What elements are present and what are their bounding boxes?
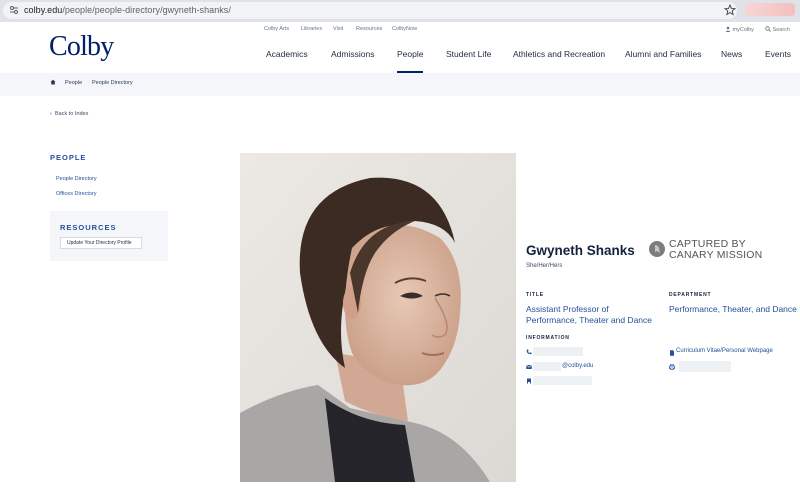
department-value: Performance, Theater, and Dance bbox=[669, 304, 797, 314]
browser-toolbar: colby.edu/people/people-directory/gwynet… bbox=[0, 0, 800, 22]
breadcrumb-people[interactable]: People bbox=[65, 80, 82, 86]
canary-mission-watermark: CAPTURED BY CANARY MISSION bbox=[669, 239, 762, 261]
util-link-colbynow[interactable]: ColbyNow bbox=[392, 26, 417, 32]
search-icon bbox=[765, 26, 771, 32]
mycolby-label: myColby bbox=[732, 27, 754, 33]
home-icon[interactable] bbox=[50, 79, 56, 85]
mail-icon bbox=[526, 364, 532, 369]
profile-pronouns: She/Her/Hers bbox=[526, 263, 563, 269]
sidebar-link-people-directory[interactable]: People Directory bbox=[56, 176, 97, 182]
profile-name: Gwyneth Shanks bbox=[526, 243, 635, 258]
information-label: INFORMATION bbox=[526, 335, 570, 341]
document-icon bbox=[670, 350, 674, 356]
site-settings-icon[interactable] bbox=[8, 4, 20, 16]
phone-number-redacted bbox=[533, 347, 583, 356]
title-label: TITLE bbox=[526, 292, 544, 298]
phone-icon bbox=[526, 349, 532, 355]
address-bar[interactable]: colby.edu/people/people-directory/gwynet… bbox=[3, 2, 737, 19]
mycolby-link[interactable]: myColby bbox=[725, 26, 754, 33]
nav-admissions[interactable]: Admissions bbox=[331, 49, 374, 59]
cv-link[interactable]: Curriculum Vitae/Personal Webpage bbox=[676, 348, 773, 354]
profile-photo bbox=[240, 153, 516, 482]
nav-academics[interactable]: Academics bbox=[266, 49, 308, 59]
resources-box bbox=[50, 211, 168, 261]
email-user-redacted bbox=[533, 362, 561, 371]
url-host: colby.edu bbox=[24, 5, 63, 15]
fax-redacted bbox=[679, 361, 731, 372]
canary-mission-logo bbox=[649, 241, 665, 257]
location-icon bbox=[527, 378, 531, 384]
back-label: Back to Index bbox=[55, 111, 89, 117]
department-label: DEPARTMENT bbox=[669, 292, 712, 298]
nav-people[interactable]: People bbox=[397, 49, 424, 73]
nav-events[interactable]: Events bbox=[765, 49, 791, 59]
breadcrumb-people-directory[interactable]: People Directory bbox=[92, 80, 133, 86]
profile-button[interactable] bbox=[745, 3, 795, 16]
badge-line-2: CANARY MISSION bbox=[669, 249, 763, 261]
url-path: /people/people-directory/gwyneth-shanks/ bbox=[62, 5, 231, 15]
sidebar-title: PEOPLE bbox=[50, 153, 87, 162]
util-link-resources[interactable]: Resources bbox=[356, 26, 382, 32]
util-link-libraries[interactable]: Libraries bbox=[301, 26, 322, 32]
url-text: colby.edu/people/people-directory/gwynet… bbox=[24, 4, 231, 17]
colby-logo[interactable]: Colby bbox=[49, 31, 114, 63]
user-icon bbox=[725, 26, 731, 32]
back-to-index-link[interactable]: ‹ Back to Index bbox=[50, 111, 88, 117]
nav-student-life[interactable]: Student Life bbox=[446, 49, 491, 59]
nav-news[interactable]: News bbox=[721, 49, 742, 59]
email-link[interactable]: @colby.edu bbox=[562, 363, 593, 369]
search-label: Search bbox=[772, 27, 790, 33]
office-redacted bbox=[533, 376, 592, 385]
resources-title: RESOURCES bbox=[60, 223, 117, 232]
sidebar-link-offices-directory[interactable]: Offices Directory bbox=[56, 191, 97, 197]
printer-icon bbox=[669, 364, 675, 370]
util-link-colby-arts[interactable]: Colby Arts bbox=[264, 26, 289, 32]
nav-alumni-and-families[interactable]: Alumni and Families bbox=[625, 49, 702, 59]
update-profile-button[interactable]: Update Your Directory Profile bbox=[60, 237, 142, 249]
title-value: Assistant Professor of Performance, Thea… bbox=[526, 304, 652, 325]
search-link[interactable]: Search bbox=[765, 26, 790, 33]
bookmark-star-icon[interactable] bbox=[724, 4, 736, 16]
util-link-visit[interactable]: Visit bbox=[333, 26, 343, 32]
nav-athletics-and-recreation[interactable]: Athletics and Recreation bbox=[513, 49, 605, 59]
